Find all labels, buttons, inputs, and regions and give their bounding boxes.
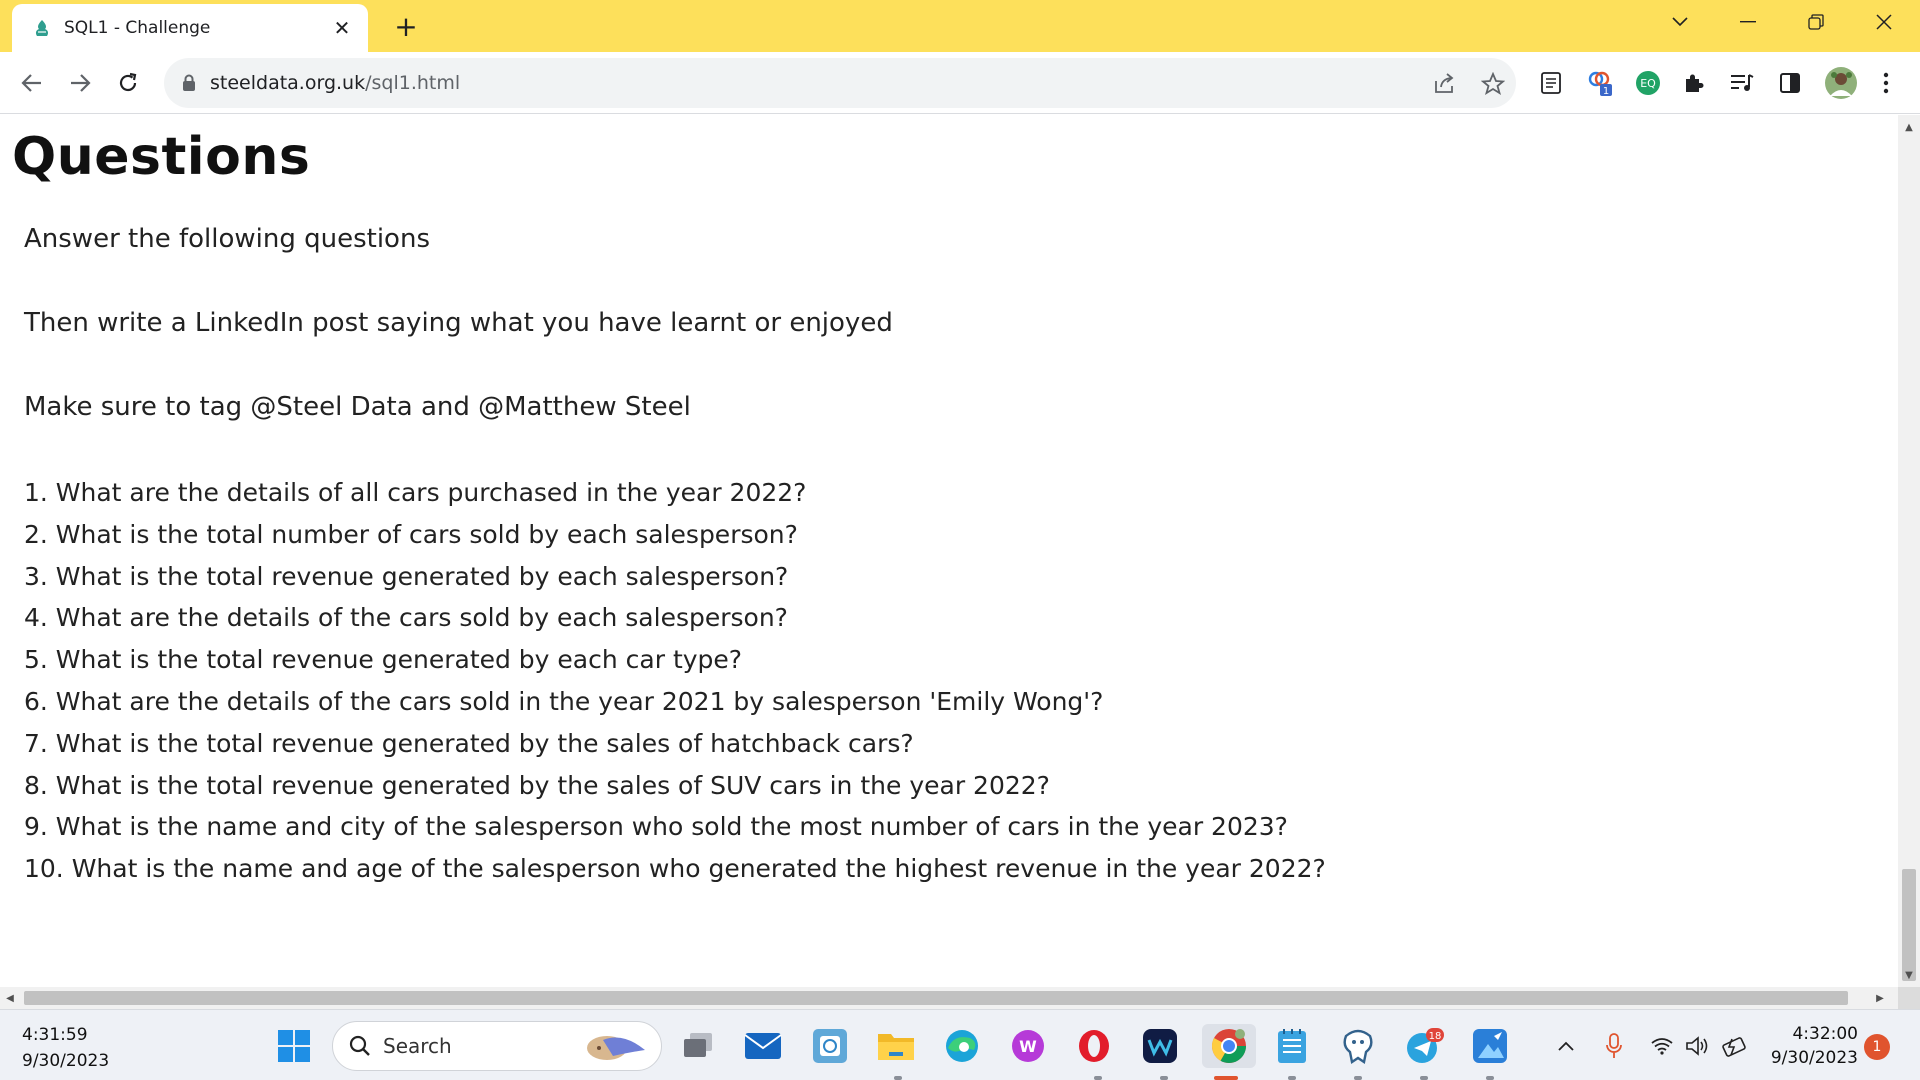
file-explorer-icon[interactable] [874, 1024, 918, 1068]
question-item-6: 6. What are the details of the cars sold… [24, 686, 1104, 716]
url-host: steeldata.org.uk [210, 72, 366, 94]
extensions-puzzle-icon[interactable] [1680, 69, 1708, 97]
right-time: 4:32:00 [1792, 1024, 1858, 1044]
browser-menu-icon[interactable] [1872, 69, 1900, 97]
question-item-8: 8. What is the total revenue generated b… [24, 770, 1050, 800]
notepad-app-icon[interactable] [1270, 1024, 1314, 1068]
scrollbar-corner [1898, 987, 1920, 1009]
page-viewport: Questions Answer the following questions… [0, 115, 1898, 987]
wifi-icon[interactable] [1648, 1032, 1676, 1060]
close-window-button[interactable] [1864, 6, 1904, 38]
tab-search-chevron-down-icon[interactable] [1660, 6, 1700, 38]
url-text: steeldata.org.uk/sql1.html [210, 72, 460, 94]
scroll-down-arrow-icon[interactable]: ▼ [1901, 967, 1917, 983]
browser-toolbar: steeldata.org.uk/sql1.html 1 EQ [0, 52, 1920, 114]
tab-strip: SQL1 - Challenge ✕ + [0, 0, 1920, 52]
intro-answer-text: Answer the following questions [24, 224, 430, 254]
running-indicator [1288, 1076, 1296, 1080]
extension-badge: 1 [1603, 86, 1609, 97]
battery-charging-icon[interactable] [1720, 1032, 1748, 1060]
telegram-app-icon[interactable]: 18 [1402, 1024, 1446, 1068]
tab-close-icon[interactable]: ✕ [330, 16, 354, 40]
notification-badge[interactable]: 1 [1864, 1034, 1890, 1060]
search-icon [349, 1035, 370, 1056]
reload-button[interactable] [110, 65, 146, 101]
question-item-5: 5. What is the total revenue generated b… [24, 645, 743, 675]
vertical-scrollbar[interactable]: ▲ ▼ [1898, 115, 1920, 987]
horizontal-scroll-thumb[interactable] [24, 991, 1848, 1005]
task-view-icon[interactable] [676, 1024, 720, 1068]
forward-button[interactable] [62, 65, 98, 101]
postgresql-app-icon[interactable] [1336, 1024, 1380, 1068]
question-item-4: 4. What are the details of the cars sold… [24, 603, 788, 633]
questions-list: 1. What are the details of all cars purc… [24, 472, 1326, 890]
volume-icon[interactable] [1684, 1032, 1712, 1060]
page-title: Questions [12, 127, 311, 187]
left-date: 9/30/2023 [22, 1051, 110, 1071]
media-control-icon[interactable] [1728, 69, 1756, 97]
scroll-right-arrow-icon[interactable]: ▶ [1872, 990, 1888, 1006]
intro-tag-text: Make sure to tag @Steel Data and @Matthe… [24, 392, 691, 422]
address-bar[interactable]: steeldata.org.uk/sql1.html [164, 58, 1516, 108]
paint-app-icon[interactable] [1468, 1024, 1512, 1068]
restore-button[interactable] [1796, 6, 1836, 38]
running-indicator [894, 1076, 902, 1080]
steel-data-favicon-icon [35, 20, 49, 36]
photos-app-icon[interactable] [808, 1024, 852, 1068]
telegram-badge: 18 [1429, 1031, 1442, 1042]
lock-icon[interactable] [182, 74, 196, 92]
scroll-left-arrow-icon[interactable]: ◀ [2, 990, 18, 1006]
search-highlight-illustration-icon [587, 1036, 645, 1060]
back-button[interactable] [14, 65, 50, 101]
opera-browser-icon[interactable] [1072, 1024, 1116, 1068]
bookmark-star-icon[interactable] [1480, 71, 1506, 97]
windows-start-icon[interactable] [272, 1024, 316, 1068]
tab-title: SQL1 - Challenge [64, 18, 211, 38]
scroll-up-arrow-icon[interactable]: ▲ [1901, 119, 1917, 135]
mail-app-icon[interactable] [741, 1024, 785, 1068]
vertical-scroll-thumb[interactable] [1902, 869, 1916, 981]
tab-sql1-challenge[interactable]: SQL1 - Challenge ✕ [12, 4, 368, 52]
webex-app-icon[interactable] [1138, 1024, 1182, 1068]
intro-linkedin-text: Then write a LinkedIn post saying what y… [24, 308, 893, 338]
right-date: 9/30/2023 [1770, 1048, 1858, 1068]
running-indicator [1354, 1076, 1362, 1080]
question-item-7: 7. What is the total revenue generated b… [24, 728, 914, 758]
taskbar-clock-right[interactable]: 4:32:00 9/30/2023 [1762, 1022, 1858, 1070]
running-indicator [1486, 1076, 1494, 1080]
running-indicator [1160, 1076, 1168, 1080]
url-path: /sql1.html [365, 72, 461, 94]
reading-list-icon[interactable] [1537, 69, 1565, 97]
taskbar-clock-left: 4:31:59 9/30/2023 [22, 1022, 109, 1074]
new-tab-button[interactable]: + [390, 10, 422, 43]
question-item-9: 9. What is the name and city of the sale… [24, 812, 1288, 842]
question-item-3: 3. What is the total revenue generated b… [24, 561, 789, 591]
question-item-1: 1. What are the details of all cars purc… [24, 478, 807, 507]
wps-office-icon[interactable]: W [1006, 1024, 1050, 1068]
share-icon[interactable] [1432, 71, 1458, 97]
extension-link-icon[interactable]: 1 [1586, 69, 1614, 97]
horizontal-scrollbar[interactable]: ◀ ▶ [0, 987, 1898, 1009]
search-label: Search [383, 1034, 452, 1058]
chrome-browser-icon[interactable] [1202, 1024, 1256, 1068]
active-app-indicator [1214, 1076, 1238, 1080]
minimize-button[interactable] [1728, 6, 1768, 38]
windows-taskbar: 4:31:59 9/30/2023 Search W 18 4:32:00 9/… [0, 1009, 1920, 1080]
grammar-extension-icon[interactable]: EQ [1634, 69, 1662, 97]
running-indicator [1094, 1076, 1102, 1080]
svg-text:W: W [1019, 1037, 1037, 1056]
edge-browser-icon[interactable] [940, 1024, 984, 1068]
taskbar-search-box[interactable]: Search [332, 1021, 662, 1071]
show-hidden-icons-chevron-up-icon[interactable] [1552, 1032, 1580, 1060]
running-indicator [1420, 1076, 1428, 1080]
question-item-10: 10. What is the name and age of the sale… [24, 854, 1326, 884]
svg-text:EQ: EQ [1640, 77, 1656, 90]
question-item-2: 2. What is the total number of cars sold… [24, 519, 798, 549]
profile-avatar[interactable] [1824, 66, 1858, 100]
side-panel-icon[interactable] [1776, 69, 1804, 97]
left-time: 4:31:59 [22, 1025, 88, 1045]
microphone-icon[interactable] [1600, 1032, 1628, 1060]
